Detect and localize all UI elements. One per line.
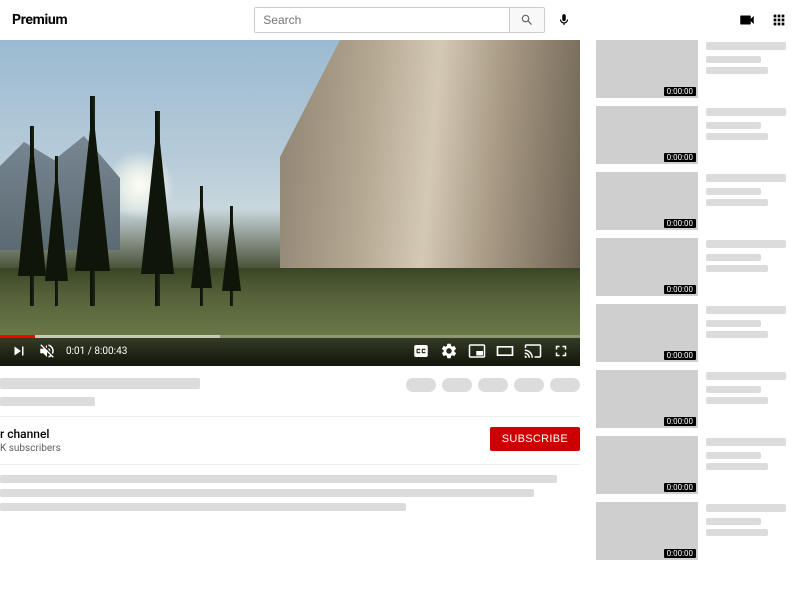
duration-badge: 0:00:00	[664, 417, 696, 426]
video-camera-icon	[738, 11, 756, 29]
thumbnail: 0:00:00	[596, 172, 698, 230]
search-icon	[520, 13, 534, 27]
cast-icon	[524, 342, 542, 360]
fullscreen-icon	[552, 342, 570, 360]
theater-button[interactable]	[496, 342, 514, 360]
time-display: 0:01 / 8:00:43	[66, 346, 127, 357]
elapsed-time: 0:01	[66, 346, 85, 357]
volume-muted-icon	[38, 342, 56, 360]
recommended-item[interactable]: 0:00:00	[596, 40, 796, 98]
recommended-item[interactable]: 0:00:00	[596, 238, 796, 296]
apps-grid-icon	[771, 12, 787, 28]
thumbnail: 0:00:00	[596, 40, 698, 98]
recommended-meta	[706, 436, 796, 494]
video-title-placeholder	[0, 378, 200, 389]
main-column: 0:01 / 8:00:43	[0, 40, 580, 568]
recommended-item[interactable]: 0:00:00	[596, 502, 796, 560]
video-stats-placeholder	[0, 397, 95, 406]
thumbnail: 0:00:00	[596, 106, 698, 164]
recommended-item[interactable]: 0:00:00	[596, 304, 796, 362]
settings-button[interactable]	[440, 342, 458, 360]
voice-search-button[interactable]	[551, 7, 577, 33]
video-frame	[0, 40, 580, 366]
search-container	[254, 7, 577, 33]
next-button[interactable]	[10, 342, 28, 360]
action-pill[interactable]	[442, 378, 472, 392]
sidebar: 0:00:00 0:00:00 0:00:00 0:00:00 0:00:00 …	[596, 40, 800, 568]
duration-badge: 0:00:00	[664, 351, 696, 360]
recommended-meta	[706, 238, 796, 296]
thumbnail: 0:00:00	[596, 502, 698, 560]
duration-badge: 0:00:00	[664, 219, 696, 228]
video-actions	[406, 378, 580, 392]
video-player[interactable]: 0:01 / 8:00:43	[0, 40, 580, 366]
player-controls: 0:01 / 8:00:43	[0, 336, 580, 366]
action-pill[interactable]	[550, 378, 580, 392]
duration-badge: 0:00:00	[664, 87, 696, 96]
content: 0:01 / 8:00:43	[0, 40, 800, 568]
microphone-icon	[557, 13, 571, 27]
action-pill[interactable]	[478, 378, 508, 392]
thumbnail: 0:00:00	[596, 304, 698, 362]
subscribe-button[interactable]: SUBSCRIBE	[490, 427, 580, 451]
miniplayer-icon	[468, 342, 486, 360]
header: Premium	[0, 0, 800, 40]
thumbnail: 0:00:00	[596, 238, 698, 296]
recommended-meta	[706, 304, 796, 362]
brand-logo-text[interactable]: Premium	[12, 12, 67, 28]
cast-button[interactable]	[524, 342, 542, 360]
recommended-meta	[706, 502, 796, 560]
action-pill[interactable]	[514, 378, 544, 392]
fullscreen-button[interactable]	[552, 342, 570, 360]
action-pill[interactable]	[406, 378, 436, 392]
duration-badge: 0:00:00	[664, 549, 696, 558]
recommended-item[interactable]: 0:00:00	[596, 106, 796, 164]
desc-line	[0, 475, 557, 483]
gear-icon	[440, 342, 458, 360]
duration-badge: 0:00:00	[664, 483, 696, 492]
desc-line	[0, 489, 534, 497]
cc-icon	[412, 342, 430, 360]
recommended-item[interactable]: 0:00:00	[596, 436, 796, 494]
recommended-meta	[706, 106, 796, 164]
search-button[interactable]	[509, 7, 545, 33]
channel-name: r channel	[0, 427, 490, 441]
recommended-item[interactable]: 0:00:00	[596, 370, 796, 428]
duration-badge: 0:00:00	[664, 285, 696, 294]
video-meta	[0, 366, 580, 416]
channel-row: r channel K subscribers SUBSCRIBE	[0, 416, 580, 465]
header-actions	[738, 11, 788, 29]
desc-line	[0, 503, 406, 511]
subscriber-count: K subscribers	[0, 443, 490, 454]
recommended-item[interactable]: 0:00:00	[596, 172, 796, 230]
recommended-meta	[706, 370, 796, 428]
channel-info[interactable]: r channel K subscribers	[0, 427, 490, 454]
mute-button[interactable]	[38, 342, 56, 360]
captions-button[interactable]	[412, 342, 430, 360]
create-button[interactable]	[738, 11, 756, 29]
recommended-meta	[706, 40, 796, 98]
apps-button[interactable]	[770, 11, 788, 29]
description	[0, 465, 580, 527]
duration-badge: 0:00:00	[664, 153, 696, 162]
total-duration: 8:00:43	[94, 346, 127, 357]
thumbnail: 0:00:00	[596, 436, 698, 494]
recommended-meta	[706, 172, 796, 230]
theater-icon	[495, 341, 515, 361]
thumbnail: 0:00:00	[596, 370, 698, 428]
miniplayer-button[interactable]	[468, 342, 486, 360]
search-input[interactable]	[254, 7, 509, 33]
skip-next-icon	[10, 342, 28, 360]
